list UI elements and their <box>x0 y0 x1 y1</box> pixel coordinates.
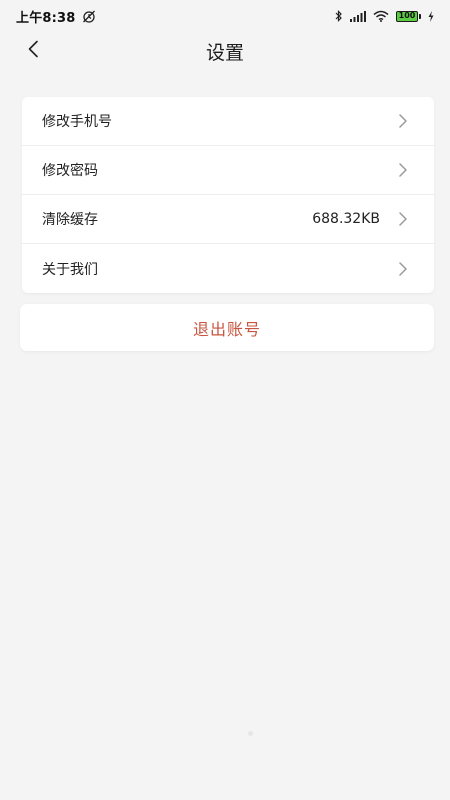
status-left: 上午8:38 <box>16 7 96 26</box>
battery-level: 100 <box>396 10 418 22</box>
status-right: 100 <box>335 10 434 22</box>
bluetooth-icon <box>335 10 343 22</box>
status-time: 上午8:38 <box>16 10 76 26</box>
chevron-right-icon <box>398 113 410 129</box>
battery-cap <box>419 13 421 19</box>
nav-header: 设置 <box>0 32 450 68</box>
settings-item-label: 关于我们 <box>42 261 98 278</box>
signal-icon <box>350 10 366 22</box>
cache-size-value: 688.32KB <box>312 211 380 227</box>
battery-icon: 100 <box>396 10 421 22</box>
logout-label: 退出账号 <box>192 319 261 339</box>
settings-item-about-us[interactable]: 关于我们 <box>22 244 434 293</box>
wifi-icon <box>373 10 389 22</box>
chevron-right-icon <box>398 261 410 277</box>
status-bar: 上午8:38 100 <box>0 0 450 32</box>
settings-item-label: 修改密码 <box>42 163 98 179</box>
settings-item-label: 修改手机号 <box>42 114 112 130</box>
alarm-off-icon <box>82 10 96 23</box>
settings-item-label: 清除缓存 <box>42 212 98 228</box>
logout-button[interactable]: 退出账号 <box>20 304 434 351</box>
settings-item-change-password[interactable]: 修改密码 <box>22 146 434 195</box>
settings-list: 修改手机号 修改密码 清除缓存 688.32KB 关于我们 <box>22 97 434 293</box>
page-title: 设置 <box>205 42 244 64</box>
chevron-right-icon <box>398 211 410 227</box>
chevron-right-icon <box>398 162 410 178</box>
settings-item-change-phone[interactable]: 修改手机号 <box>22 97 434 146</box>
settings-item-clear-cache[interactable]: 清除缓存 688.32KB <box>22 195 434 244</box>
page-indicator-dot <box>248 731 253 736</box>
charging-icon <box>428 10 434 22</box>
